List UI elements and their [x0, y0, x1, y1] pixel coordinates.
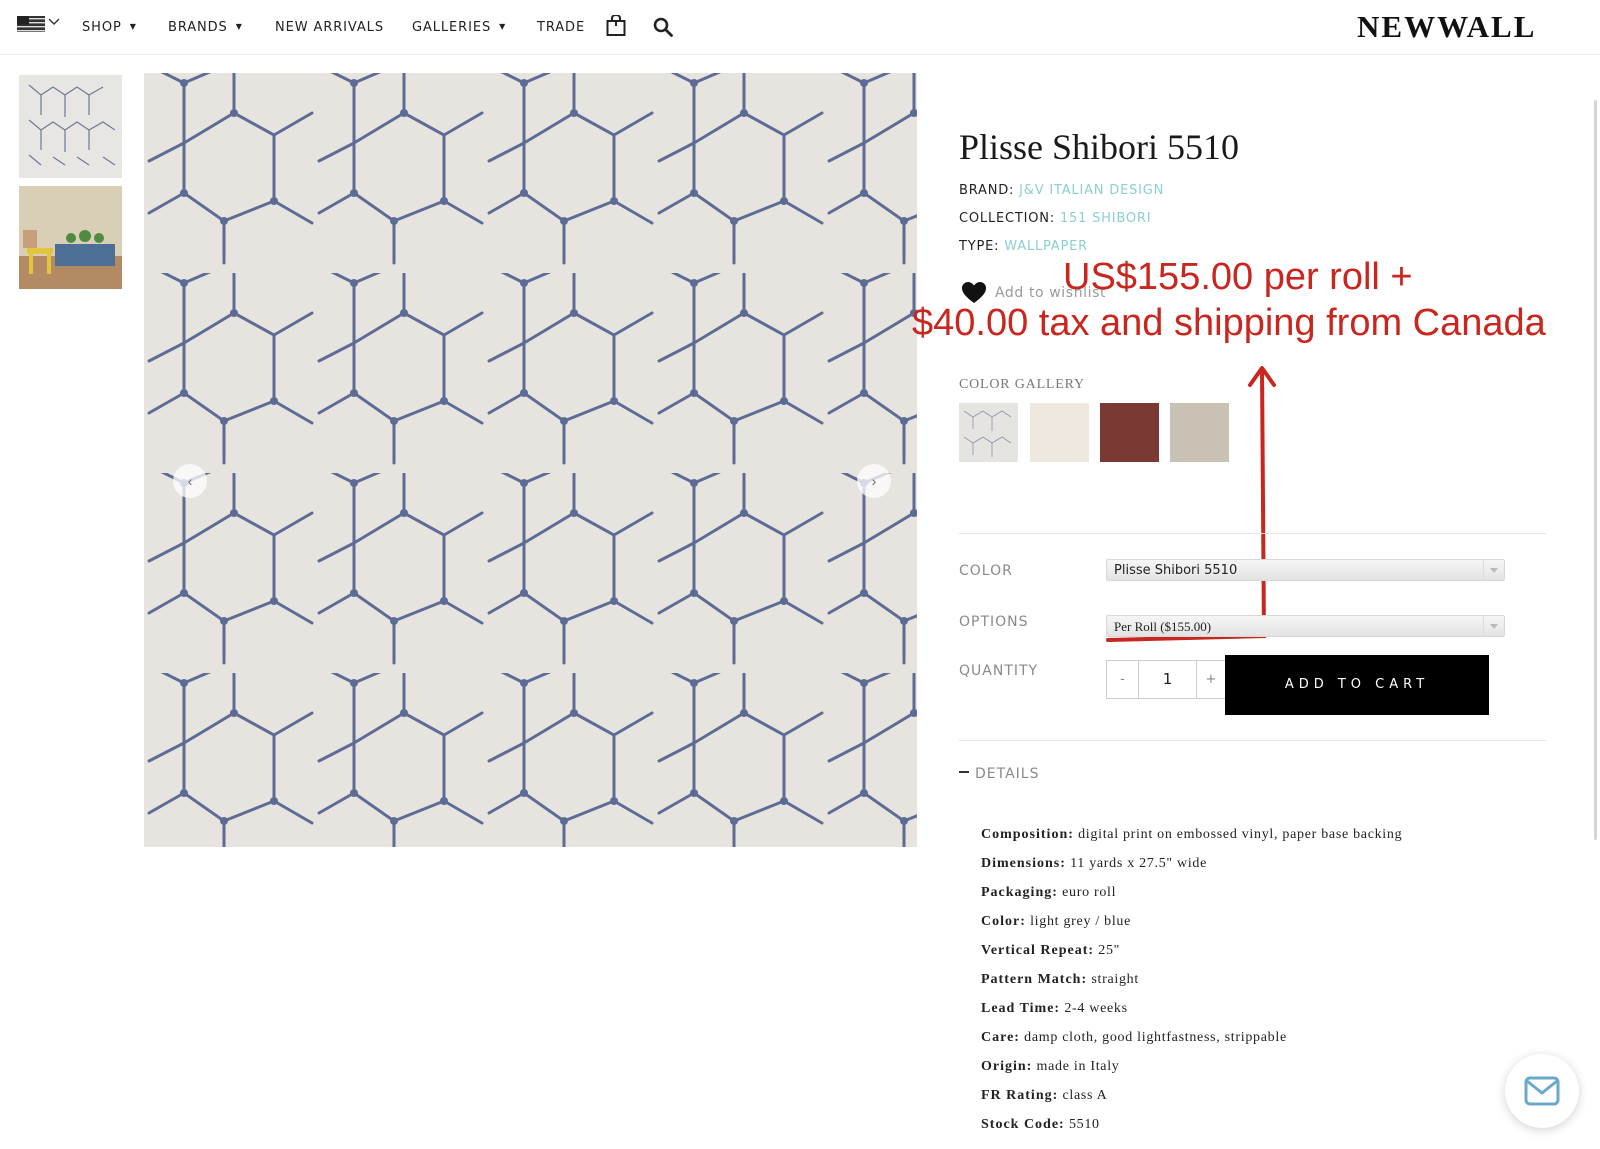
- spec-row: FR Rating: class A: [981, 1088, 1107, 1104]
- section-divider: [959, 740, 1546, 741]
- spec-value: damp cloth, good lightfastness, strippab…: [1024, 1030, 1287, 1045]
- product-title: Plisse Shibori 5510: [959, 127, 1240, 167]
- color-option-label: COLOR: [959, 563, 1013, 579]
- spec-label: Composition:: [981, 827, 1074, 842]
- chevron-down-icon: [1483, 560, 1504, 580]
- spec-row: Lead Time: 2-4 weeks: [981, 1001, 1128, 1017]
- color-gallery-label: COLOR GALLERY: [959, 377, 1085, 392]
- details-toggle-label: DETAILS: [975, 766, 1040, 782]
- nav-shop-label: SHOP: [82, 20, 122, 35]
- details-toggle[interactable]: DETAILS: [959, 766, 1039, 782]
- spec-label: Pattern Match:: [981, 972, 1088, 987]
- section-divider: [959, 533, 1546, 534]
- search-icon[interactable]: [653, 17, 673, 37]
- nav-shop[interactable]: SHOP ▼: [82, 20, 137, 35]
- nav-galleries[interactable]: GALLERIES ▼: [412, 20, 506, 35]
- color-swatch-2[interactable]: [1030, 403, 1089, 462]
- minus-icon: [959, 771, 969, 773]
- us-flag-icon[interactable]: [17, 16, 45, 32]
- brand-row: BRAND: J&V ITALIAN DESIGN: [959, 183, 1164, 198]
- collection-label: COLLECTION:: [959, 211, 1055, 226]
- spec-value: euro roll: [1062, 885, 1117, 900]
- quantity-label: QUANTITY: [959, 663, 1039, 679]
- price-annotation-line-1: US$155.00 per roll +: [1063, 256, 1413, 298]
- spec-label: Care:: [981, 1030, 1020, 1045]
- options-label: OPTIONS: [959, 614, 1029, 630]
- spec-value: class A: [1062, 1088, 1108, 1103]
- spec-label: FR Rating:: [981, 1088, 1059, 1103]
- quantity-input[interactable]: 1: [1138, 660, 1197, 699]
- spec-label: Stock Code:: [981, 1117, 1065, 1132]
- price-annotation-line-2: $40.00 tax and shipping from Canada: [912, 302, 1546, 344]
- spec-value: digital print on embossed vinyl, paper b…: [1078, 827, 1403, 842]
- quantity-increase-button[interactable]: +: [1196, 660, 1226, 699]
- collection-row: COLLECTION: 151 SHIBORI: [959, 211, 1151, 226]
- chevron-left-icon: ‹: [187, 473, 193, 489]
- options-select[interactable]: Per Roll ($155.00): [1106, 615, 1505, 637]
- site-logo[interactable]: NEWWALL: [1357, 9, 1536, 45]
- color-swatch-1[interactable]: [959, 403, 1018, 462]
- pattern-thumbnail[interactable]: [19, 75, 122, 178]
- nav-new-arrivals[interactable]: NEW ARRIVALS: [275, 20, 384, 35]
- chevron-down-icon: [1483, 616, 1504, 636]
- spec-value: 2-4 weeks: [1064, 1001, 1128, 1016]
- prev-image-button[interactable]: ‹: [173, 464, 207, 498]
- nav-trade-label: TRADE: [537, 20, 586, 35]
- spec-label: Origin:: [981, 1059, 1033, 1074]
- chevron-right-icon: ›: [871, 473, 877, 489]
- type-row: TYPE: WALLPAPER: [959, 239, 1088, 254]
- caret-down-icon: ▼: [129, 22, 137, 31]
- spec-value: straight: [1091, 972, 1139, 987]
- nav-brands[interactable]: BRANDS ▼: [168, 20, 243, 35]
- room-scene-thumbnail[interactable]: [19, 186, 122, 289]
- spec-row: Care: damp cloth, good lightfastness, st…: [981, 1030, 1287, 1046]
- type-label: TYPE:: [959, 239, 1000, 254]
- spec-label: Dimensions:: [981, 856, 1066, 871]
- spec-value: made in Italy: [1036, 1059, 1120, 1074]
- spec-label: Lead Time:: [981, 1001, 1061, 1016]
- spec-row: Dimensions: 11 yards x 27.5" wide: [981, 856, 1207, 872]
- page-scrollbar[interactable]: [1594, 100, 1597, 840]
- spec-row: Stock Code: 5510: [981, 1117, 1100, 1133]
- spec-label: Color:: [981, 914, 1026, 929]
- spec-value: 11 yards x 27.5" wide: [1070, 856, 1208, 871]
- chevron-down-icon[interactable]: [48, 17, 60, 27]
- spec-row: Origin: made in Italy: [981, 1059, 1120, 1075]
- quantity-decrease-button[interactable]: -: [1106, 660, 1139, 699]
- nav-trade[interactable]: TRADE: [537, 20, 585, 35]
- site-header: SHOP ▼ BRANDS ▼ NEW ARRIVALS GALLERIES ▼ TR…: [0, 0, 1600, 55]
- nav-new-arrivals-label: NEW ARRIVALS: [275, 20, 384, 35]
- nav-galleries-label: GALLERIES: [412, 20, 492, 35]
- options-select-value: Per Roll ($155.00): [1114, 619, 1212, 634]
- product-main-image: [144, 73, 917, 847]
- spec-row: Packaging: euro roll: [981, 885, 1116, 901]
- caret-down-icon: ▼: [499, 22, 507, 31]
- caret-down-icon: ▼: [235, 22, 243, 31]
- spec-row: Color: light grey / blue: [981, 914, 1131, 930]
- brand-label: BRAND:: [959, 183, 1015, 198]
- color-select-value: Plisse Shibori 5510: [1114, 563, 1238, 578]
- spec-value: light grey / blue: [1030, 914, 1132, 929]
- spec-value: 25": [1098, 943, 1121, 958]
- spec-row: Composition: digital print on embossed v…: [981, 827, 1402, 843]
- add-to-cart-button[interactable]: ADD TO CART: [1225, 655, 1489, 715]
- spec-label: Packaging:: [981, 885, 1058, 900]
- next-image-button[interactable]: ›: [857, 464, 891, 498]
- mail-icon: [1524, 1076, 1560, 1106]
- annotation-arrow: [1106, 366, 1276, 642]
- brand-link[interactable]: J&V ITALIAN DESIGN: [1019, 183, 1164, 198]
- spec-row: Pattern Match: straight: [981, 972, 1139, 988]
- spec-value: 5510: [1068, 1117, 1100, 1132]
- contact-button[interactable]: [1505, 1054, 1579, 1128]
- spec-label: Vertical Repeat:: [981, 943, 1095, 958]
- shopping-bag-icon[interactable]: [606, 15, 626, 37]
- type-link[interactable]: WALLPAPER: [1004, 239, 1088, 254]
- collection-link[interactable]: 151 SHIBORI: [1060, 211, 1151, 226]
- spec-row: Vertical Repeat: 25": [981, 943, 1120, 959]
- color-select[interactable]: Plisse Shibori 5510: [1106, 559, 1505, 581]
- nav-brands-label: BRANDS: [168, 20, 228, 35]
